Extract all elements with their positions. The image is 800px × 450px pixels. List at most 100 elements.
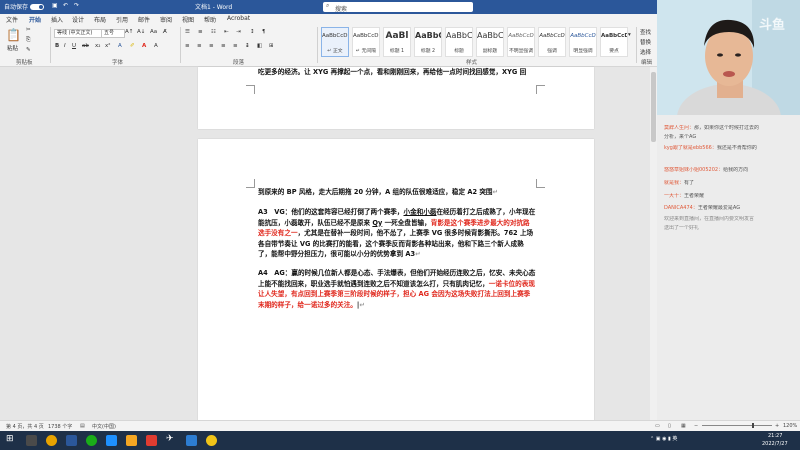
tab-design[interactable]: 设计: [72, 15, 84, 24]
clear-format-icon[interactable]: A̸: [163, 29, 167, 35]
replace-button[interactable]: 替换: [640, 38, 651, 46]
align-left-icon[interactable]: ≡: [185, 43, 190, 49]
grow-font-icon[interactable]: A↑: [125, 29, 133, 35]
borders-icon[interactable]: ⊞: [269, 43, 274, 49]
underline-icon[interactable]: U: [72, 43, 76, 49]
print-layout-icon[interactable]: ▦: [681, 423, 686, 429]
paste-icon[interactable]: 📋: [6, 28, 21, 42]
style-intense-emphasis[interactable]: AaBbCcD 明显强调: [569, 27, 597, 57]
zoom-slider-thumb[interactable]: [752, 423, 754, 428]
show-marks-icon[interactable]: ¶: [262, 29, 266, 35]
style-subtle-emphasis[interactable]: AaBbCcD 不明显强调: [507, 27, 535, 57]
style-title[interactable]: AaBbC 标题: [445, 27, 473, 57]
decrease-indent-icon[interactable]: ⇤: [224, 29, 229, 35]
app-icon[interactable]: ✈: [166, 434, 177, 445]
paragraph-a4[interactable]: A4 AG：赢的时候几位新人都是心态、手法爆表，但他们开始经历连败之后，忆安、未…: [258, 268, 536, 310]
select-button[interactable]: 选择: [640, 48, 651, 56]
page-1[interactable]: 吃更多的经济。让 XYG 再撑起一个点，看和刚刚回来，再给他一点时间找回感觉，X…: [198, 67, 594, 129]
divider: [317, 27, 318, 63]
style-heading-2[interactable]: AaBbC 标题 2: [414, 27, 442, 57]
tab-review[interactable]: 审阅: [160, 15, 172, 24]
tab-references[interactable]: 引用: [116, 15, 128, 24]
tab-help[interactable]: 帮助: [204, 15, 216, 24]
style-strong[interactable]: AaBbCcD 要点: [600, 27, 628, 57]
char-shading-icon[interactable]: A: [154, 43, 158, 49]
font-color-icon[interactable]: A: [142, 43, 146, 49]
copy-icon[interactable]: ⎘: [26, 37, 30, 44]
italic-icon[interactable]: I: [64, 43, 66, 49]
chrome-icon[interactable]: [46, 435, 57, 446]
clock-date[interactable]: 2022/7/27: [762, 441, 788, 447]
cut-icon[interactable]: ✂: [26, 27, 31, 33]
superscript-icon[interactable]: x²: [105, 43, 110, 49]
focus-mode-icon[interactable]: ▭: [655, 423, 660, 429]
bullets-icon[interactable]: ☰: [185, 29, 190, 35]
page-count[interactable]: 第 4 页，共 4 页: [6, 423, 44, 430]
styles-more-icon[interactable]: ▾: [628, 32, 631, 38]
zoom-in-icon[interactable]: +: [775, 423, 779, 429]
bold-icon[interactable]: B: [55, 43, 59, 49]
change-case-icon[interactable]: Aa: [150, 29, 157, 35]
multilevel-list-icon[interactable]: ☷: [211, 29, 216, 35]
language-indicator[interactable]: 中文(中国): [92, 423, 116, 430]
style-normal[interactable]: AaBbCcDı ↵ 正文: [321, 27, 349, 57]
read-mode-icon[interactable]: ▯: [668, 423, 671, 429]
style-no-spacing[interactable]: AaBbCcDı ↵ 无间隔: [352, 27, 380, 57]
paragraph-intro[interactable]: 到原来的 BP 风格，走大后期拖 20 分钟，A 组的队伍很难适应，稳定 A2 …: [258, 187, 536, 198]
format-painter-icon[interactable]: ✎: [26, 47, 31, 53]
font-name-select[interactable]: 等线 (中文正文): [54, 29, 102, 38]
shrink-font-icon[interactable]: A↓: [137, 29, 145, 35]
font-size-select[interactable]: 五号: [101, 29, 125, 38]
tab-layout[interactable]: 布局: [94, 15, 106, 24]
paste-button[interactable]: 粘贴: [7, 44, 18, 52]
align-right-icon[interactable]: ≡: [209, 43, 214, 49]
wechat-icon[interactable]: [86, 435, 97, 446]
app-icon[interactable]: [146, 435, 157, 446]
zoom-level[interactable]: 120%: [783, 423, 797, 429]
highlight-icon[interactable]: ✐: [130, 43, 135, 49]
page-2[interactable]: 到原来的 BP 风格，走大后期拖 20 分钟，A 组的队伍很难适应，稳定 A2 …: [198, 139, 594, 421]
word-count[interactable]: 1738 个字: [48, 423, 72, 430]
tray-icons[interactable]: ⌃ ▣ ◉ ▮ 英: [650, 435, 677, 442]
strikethrough-icon[interactable]: ab: [82, 43, 89, 49]
undo-icon[interactable]: ↶: [63, 2, 68, 9]
numbering-icon[interactable]: ≡: [198, 29, 203, 35]
tab-view[interactable]: 视图: [182, 15, 194, 24]
find-button[interactable]: 查找: [640, 28, 651, 36]
vertical-scrollbar[interactable]: [650, 67, 657, 420]
tab-mailings[interactable]: 邮件: [138, 15, 150, 24]
tab-acrobat[interactable]: Acrobat: [227, 15, 250, 22]
increase-indent-icon[interactable]: ⇥: [236, 29, 241, 35]
zoom-slider[interactable]: [702, 425, 772, 426]
tab-home[interactable]: 开始: [29, 15, 42, 26]
redo-icon[interactable]: ↷: [74, 2, 79, 9]
paragraph-a3[interactable]: A3 VG：他们的这套阵容已经打倒了两个赛季，小金和小磊在经历着打之后成熟了，小…: [258, 207, 536, 260]
line-spacing-icon[interactable]: ↨: [245, 43, 250, 49]
clock-time[interactable]: 21:27: [768, 433, 782, 439]
style-emphasis[interactable]: AaBbCcD 强调: [538, 27, 566, 57]
windows-start-icon[interactable]: ⊞: [6, 434, 17, 445]
align-center-icon[interactable]: ≡: [197, 43, 202, 49]
style-heading-1[interactable]: AaBl 标题 1: [383, 27, 411, 57]
word-icon[interactable]: [66, 435, 77, 446]
app-icon[interactable]: [206, 435, 217, 446]
autosave-toggle[interactable]: [30, 4, 44, 10]
justify-icon[interactable]: ≡: [221, 43, 226, 49]
style-subtitle[interactable]: AaBbC 副标题: [476, 27, 504, 57]
zoom-out-icon[interactable]: −: [694, 423, 698, 429]
folder-icon[interactable]: [126, 435, 137, 446]
subscript-icon[interactable]: x₂: [95, 43, 100, 49]
tab-file[interactable]: 文件: [6, 15, 18, 24]
scrollbar-thumb[interactable]: [651, 72, 656, 142]
proofing-icon[interactable]: ▤: [80, 423, 85, 429]
sort-icon[interactable]: ↕: [250, 29, 255, 35]
tab-insert[interactable]: 插入: [51, 15, 63, 24]
search-icon[interactable]: [26, 435, 37, 446]
app-icon[interactable]: [106, 435, 117, 446]
app-icon[interactable]: [186, 435, 197, 446]
distributed-icon[interactable]: ≡: [233, 43, 238, 49]
search-box[interactable]: ⌕ 搜索: [323, 2, 473, 13]
text-effects-icon[interactable]: A: [118, 43, 122, 49]
shading-icon[interactable]: ◧: [257, 43, 262, 49]
save-icon[interactable]: ▣: [52, 2, 58, 9]
